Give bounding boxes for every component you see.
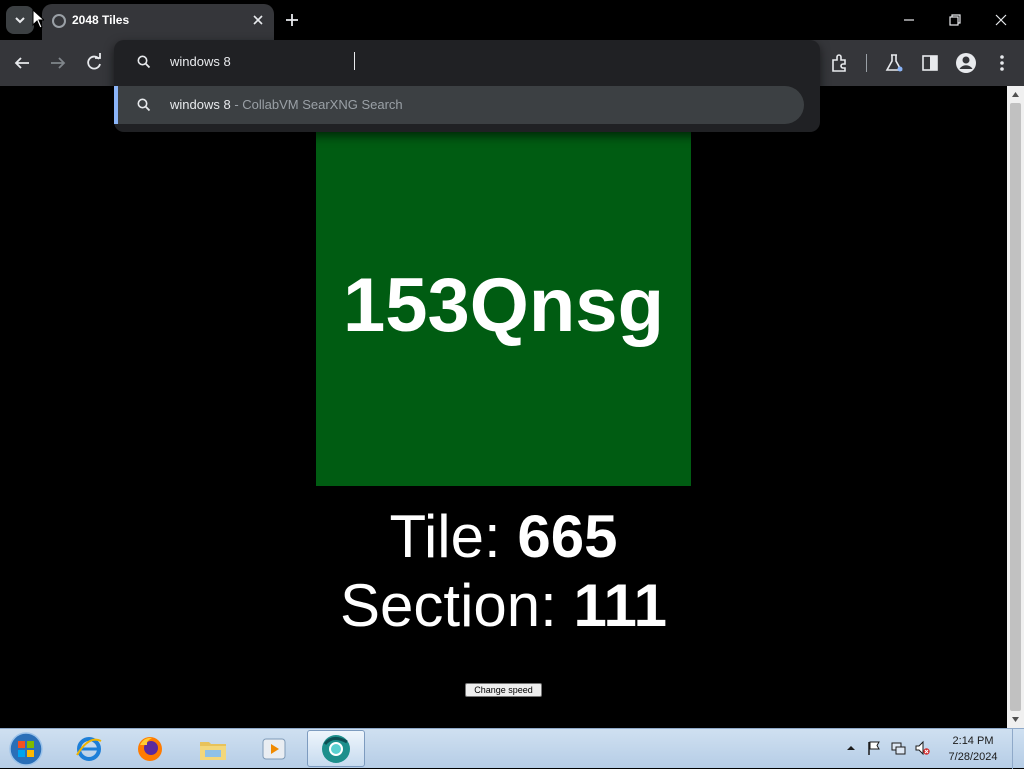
back-arrow-icon[interactable] bbox=[10, 51, 34, 75]
windows-orb-icon bbox=[9, 732, 43, 766]
suggestion-query: windows 8 bbox=[170, 97, 231, 112]
omnibox-suggestion[interactable]: windows 8 - CollabVM SearXNG Search bbox=[114, 86, 804, 124]
side-panel-icon[interactable] bbox=[918, 51, 942, 75]
section-counter-label: Section: bbox=[340, 572, 574, 639]
clock-time: 2:14 PM bbox=[952, 735, 994, 747]
text-caret bbox=[354, 52, 355, 70]
file-explorer-icon bbox=[200, 741, 226, 760]
search-icon bbox=[137, 55, 151, 69]
omnibox-dropdown: windows 8 windows 8 - CollabVM SearXNG S… bbox=[114, 40, 820, 132]
internet-explorer-icon bbox=[76, 736, 102, 761]
tab-strip: 2048 Tiles bbox=[0, 0, 1024, 40]
more-menu-icon[interactable] bbox=[990, 51, 1014, 75]
chevron-up-icon[interactable] bbox=[843, 740, 859, 756]
toolbar-divider bbox=[866, 54, 867, 72]
suggestion-text: windows 8 - CollabVM SearXNG Search bbox=[170, 97, 403, 112]
web-page: 153Qnsg Tile: 665 Section: 111 Change sp… bbox=[0, 86, 1007, 728]
section-counter: Section: 111 bbox=[0, 571, 1007, 640]
tab-search-button[interactable] bbox=[6, 6, 34, 34]
show-desktop-button[interactable] bbox=[1012, 729, 1024, 769]
tile-counter-label: Tile: bbox=[389, 503, 518, 570]
chevron-down-icon bbox=[15, 17, 25, 24]
scroll-up-arrow-icon[interactable] bbox=[1007, 86, 1024, 103]
address-bar-input[interactable]: windows 8 bbox=[170, 54, 231, 69]
taskbar-chromium[interactable] bbox=[307, 730, 365, 767]
firefox-icon bbox=[138, 736, 162, 761]
suggestion-highlight-bar bbox=[114, 86, 118, 124]
network-icon[interactable] bbox=[890, 740, 906, 756]
volume-muted-icon[interactable] bbox=[914, 740, 930, 756]
search-icon bbox=[137, 98, 151, 112]
minimize-icon[interactable] bbox=[897, 8, 921, 32]
flask-icon[interactable] bbox=[882, 51, 906, 75]
section-counter-value: 111 bbox=[573, 572, 667, 639]
tile-counter-value: 665 bbox=[517, 503, 618, 570]
vertical-scrollbar[interactable] bbox=[1007, 86, 1024, 728]
action-center-flag-icon[interactable] bbox=[866, 740, 882, 756]
change-speed-button[interactable]: Change speed bbox=[465, 683, 542, 697]
taskbar-firefox[interactable] bbox=[121, 730, 179, 767]
restore-icon[interactable] bbox=[943, 8, 967, 32]
taskbar-media-player[interactable] bbox=[245, 730, 303, 767]
profile-avatar-icon[interactable] bbox=[954, 51, 978, 75]
scrollbar-thumb[interactable] bbox=[1010, 103, 1021, 711]
media-player-icon bbox=[262, 738, 286, 759]
start-button[interactable] bbox=[6, 730, 46, 768]
close-window-icon[interactable] bbox=[989, 8, 1013, 32]
plus-icon[interactable] bbox=[282, 10, 302, 30]
forward-arrow-icon[interactable] bbox=[46, 51, 70, 75]
tile-text: 153Qnsg bbox=[342, 262, 665, 348]
system-clock[interactable]: 2:14 PM 7/28/2024 bbox=[942, 733, 1004, 765]
suggestion-source: - CollabVM SearXNG Search bbox=[230, 97, 403, 112]
reload-icon[interactable] bbox=[82, 51, 106, 75]
tab-title: 2048 Tiles bbox=[72, 13, 130, 27]
chromium-icon bbox=[322, 734, 350, 763]
game-tile: 153Qnsg bbox=[316, 96, 691, 486]
tile-counter: Tile: 665 bbox=[0, 502, 1007, 571]
extensions-icon[interactable] bbox=[828, 51, 852, 75]
taskbar-file-explorer[interactable] bbox=[184, 730, 242, 767]
windows-taskbar: 2:14 PM 7/28/2024 bbox=[0, 728, 1024, 769]
taskbar-internet-explorer[interactable] bbox=[60, 730, 118, 767]
globe-icon bbox=[52, 14, 66, 28]
browser-tab[interactable]: 2048 Tiles bbox=[42, 4, 274, 40]
clock-date: 7/28/2024 bbox=[948, 751, 998, 763]
close-icon[interactable] bbox=[250, 12, 266, 28]
mouse-cursor-icon bbox=[32, 9, 44, 29]
scroll-down-arrow-icon[interactable] bbox=[1007, 711, 1024, 728]
